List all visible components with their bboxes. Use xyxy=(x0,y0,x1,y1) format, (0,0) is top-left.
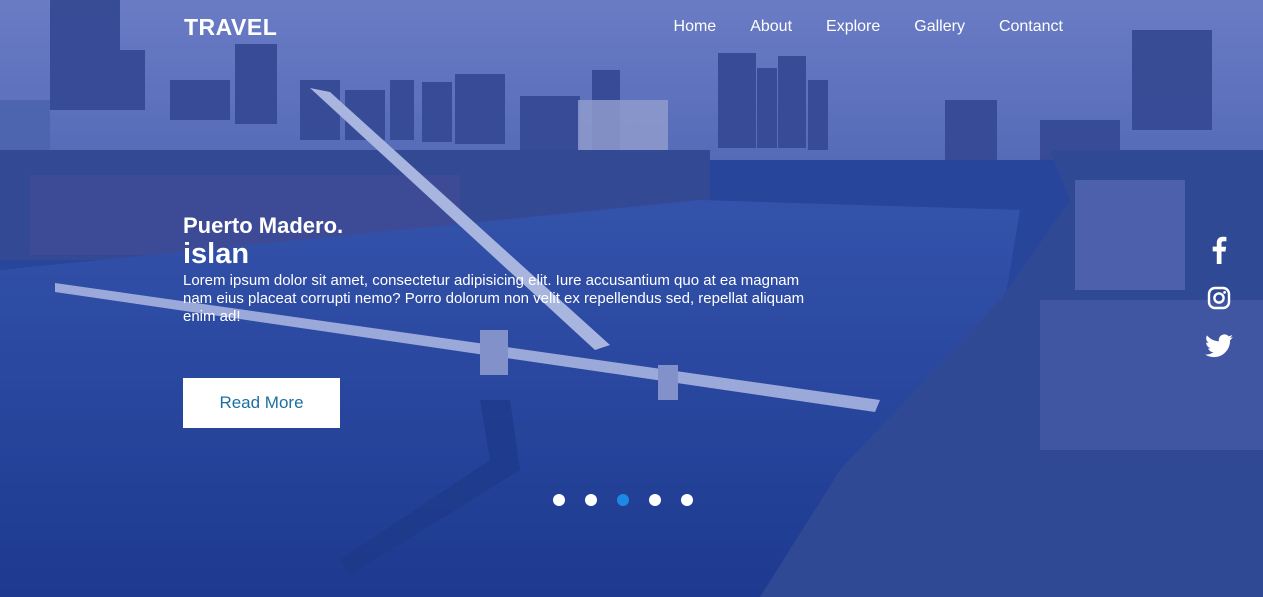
nav-link-explore[interactable]: Explore xyxy=(826,18,880,36)
slider-dot-active[interactable] xyxy=(617,494,629,506)
facebook-icon[interactable] xyxy=(1205,236,1233,264)
nav-link-home[interactable]: Home xyxy=(674,18,717,36)
social-links xyxy=(1205,236,1233,360)
slider-dot[interactable] xyxy=(649,494,661,506)
read-more-button[interactable]: Read More xyxy=(183,378,340,428)
hero-section: TRAVEL Home About Explore Gallery Contan… xyxy=(0,0,1263,597)
hero-title: islan xyxy=(183,238,250,270)
instagram-icon[interactable] xyxy=(1205,284,1233,312)
hero-content: Puerto Madero. islan Lorem ipsum dolor s… xyxy=(183,213,823,326)
slider-dot[interactable] xyxy=(585,494,597,506)
twitter-icon[interactable] xyxy=(1205,332,1233,360)
hero-subtitle: Puerto Madero. xyxy=(183,213,344,238)
nav-link-gallery[interactable]: Gallery xyxy=(914,18,965,36)
nav-link-contact[interactable]: Contanct xyxy=(999,18,1063,36)
nav-link-about[interactable]: About xyxy=(750,18,792,36)
hero-description: Lorem ipsum dolor sit amet, consectetur … xyxy=(183,272,805,325)
site-logo[interactable]: TRAVEL xyxy=(184,14,277,41)
slider-dot[interactable] xyxy=(681,494,693,506)
slider-dot[interactable] xyxy=(553,494,565,506)
main-nav: Home About Explore Gallery Contanct xyxy=(674,18,1063,36)
slider-dots xyxy=(553,494,693,506)
